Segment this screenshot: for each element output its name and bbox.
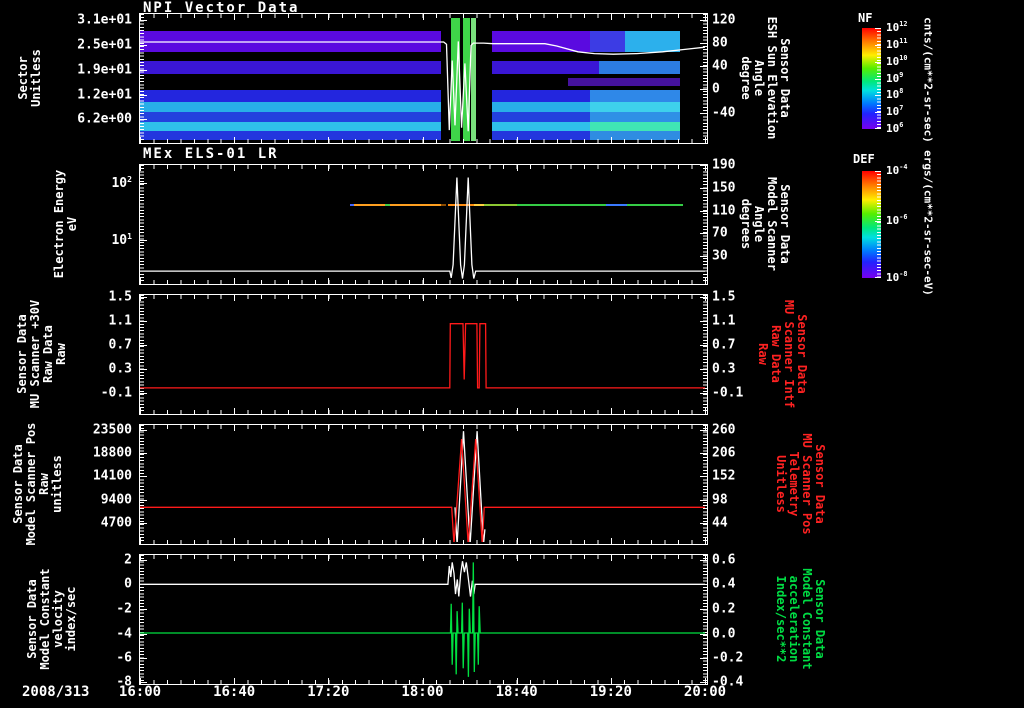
science-plot-window: NPI Vector Data MEx ELS-01 LR 2008/313 N… — [0, 0, 1024, 708]
colorbar-tick-label: 10-6 — [886, 213, 908, 228]
colorbar-unit-nf: cnts/(cm**2-sr-sec) — [921, 17, 935, 143]
tick-label-left: 2 — [124, 552, 132, 568]
colorbar-tick-label: 108 — [886, 87, 904, 102]
colorbar-major-tick — [875, 128, 881, 129]
colorbar-tick-label: 10-4 — [886, 163, 908, 177]
series-layer — [140, 323, 705, 389]
series-esh-sun-elevation-angle — [140, 41, 705, 132]
tick-label-left: 1.9e+01 — [77, 62, 132, 78]
colorbar-tick-label: 109 — [886, 70, 904, 85]
colorbar-major-tick — [875, 171, 881, 172]
y-axis-label-model-constant: Sensor Data Model Constant velocity inde… — [25, 567, 78, 670]
colorbar-major-tick — [875, 277, 881, 278]
colorbar-major-tick — [875, 112, 881, 114]
right-axis-label-model-constant: Sensor Data Model Constant acceleration … — [774, 567, 827, 670]
time-tick-label: 19:20 — [589, 684, 632, 700]
tick-label-left: 14100 — [92, 468, 132, 484]
tick-label-left: 3.1e+01 — [77, 12, 132, 28]
y-axis-label-npi-vector-data: Sector Unitless — [16, 48, 43, 107]
tick-label-left: 6.2e+00 — [77, 111, 132, 127]
colorbar-title-nf: NF — [858, 11, 873, 25]
tick-label-left: 1.2e+01 — [77, 87, 132, 103]
series-mu-scanner-pos-telemetry — [140, 439, 705, 542]
series-model-constant-velocity — [140, 561, 705, 597]
y-axis-label-mu-scanner-30v: Sensor Data MU Scanner +30V Raw Data Raw — [15, 299, 68, 408]
tick-label-left: 4700 — [100, 515, 132, 531]
series-layer — [140, 41, 705, 132]
colorbar-major-tick — [875, 221, 881, 223]
series-layer — [140, 177, 705, 279]
colorbar-tick-label: 10-8 — [886, 270, 908, 284]
colorbar-tick-label: 1011 — [886, 37, 908, 51]
y-axis-label-model-scanner-pos: Sensor Data Model Scanner Pos Raw unitle… — [11, 422, 64, 545]
colorbar-tick-label: 1010 — [886, 53, 908, 68]
series-mu-scanner-intf-raw — [140, 323, 705, 389]
tick-label-right: 260 — [712, 422, 736, 438]
tick-label-left: -8 — [116, 674, 132, 690]
tick-label-right: 190 — [712, 157, 736, 173]
panel-mu-scanner-30v-plot — [139, 294, 708, 415]
tick-label-right: 206 — [712, 445, 736, 461]
x-major-tick — [705, 137, 706, 143]
tick-label-right: 152 — [712, 468, 736, 484]
colorbar-major-tick — [875, 95, 881, 97]
tick-label-right: 0.0 — [712, 626, 736, 642]
right-axis-label-mu-scanner-30v: Sensor Data MU Scanner Intf Raw Data Raw — [756, 299, 809, 408]
x-major-tick — [705, 538, 706, 544]
tick-label-left: 18800 — [92, 445, 132, 461]
colorbar-nf — [861, 27, 882, 130]
time-tick-label: 17:20 — [307, 684, 350, 700]
tick-label-left: 2.5e+01 — [77, 37, 132, 53]
series-model-constant-acceleration — [140, 562, 705, 677]
panel-model-scanner-pos-plot — [139, 424, 708, 545]
tick-label-right: 0.6 — [712, 552, 736, 568]
tick-label-right: 44 — [712, 515, 728, 531]
colorbar-def — [861, 170, 882, 279]
colorbar-unit-def: ergs/(cm**2-sr-sec-eV) — [921, 150, 935, 296]
time-tick-label: 16:40 — [213, 684, 256, 700]
tick-label-left: 23500 — [92, 422, 132, 438]
panel-title-mex-els: MEx ELS-01 LR — [143, 146, 279, 162]
tick-label-right: 0.4 — [712, 576, 736, 592]
series-layer — [140, 561, 705, 677]
panel-model-constant-plot — [139, 554, 708, 685]
colorbar-major-tick — [875, 78, 881, 80]
time-tick-label: 18:40 — [495, 684, 538, 700]
tick-label-right: 0.2 — [712, 601, 736, 617]
right-axis-label-mex-els-01-lr: Sensor Data Model Scanner Angle degrees — [739, 176, 792, 271]
tick-label-right: 98 — [712, 492, 728, 508]
time-tick-label: 18:00 — [401, 684, 444, 700]
colorbar-tick-label: 107 — [886, 104, 904, 118]
x-major-tick — [705, 278, 706, 284]
x-major-tick — [705, 408, 706, 414]
colorbar-minor-ticks — [877, 171, 881, 278]
series-model-scanner-angle — [140, 177, 705, 279]
tick-label-right: -0.2 — [712, 650, 744, 666]
colorbar-major-tick — [875, 28, 881, 29]
tick-label-right: -0.4 — [712, 674, 744, 690]
colorbar-title-def: DEF — [853, 152, 875, 166]
colorbar-major-tick — [875, 44, 881, 46]
panel-mex-els-01-lr-plot — [139, 164, 708, 285]
colorbar-major-tick — [875, 61, 881, 63]
tick-label-left: 9400 — [100, 492, 132, 508]
panel-npi-vector-data-plot — [139, 13, 708, 144]
right-axis-label-npi-vector-data: Sensor Data ESH Sun Elevation Angle degr… — [739, 16, 792, 139]
y-axis-label-mex-els-01-lr: Electron Energy eV — [52, 169, 79, 278]
series-layer — [140, 431, 705, 542]
right-axis-label-model-scanner-pos: Sensor Data MU Scanner Pos Telemetry Uni… — [774, 432, 827, 535]
colorbar-tick-label: 1012 — [886, 20, 908, 34]
colorbar-tick-label: 106 — [886, 121, 904, 135]
